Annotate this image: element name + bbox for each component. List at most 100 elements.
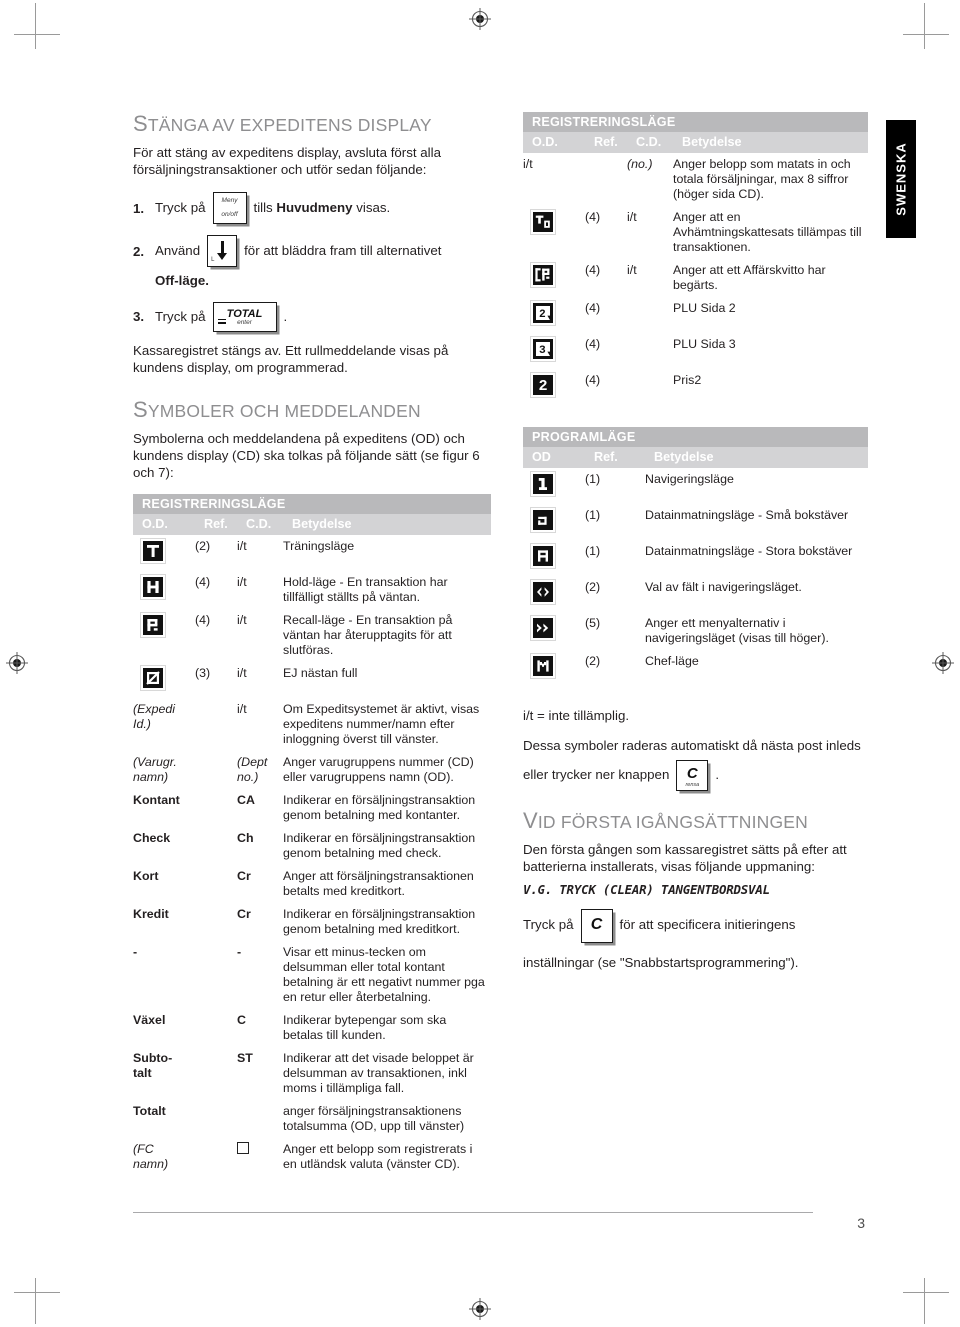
lcd-double-chevron-icon bbox=[531, 616, 555, 640]
desc-cell: Hold-läge - En transaktion har tillfälli… bbox=[283, 575, 448, 605]
cd-cell: i/t bbox=[627, 210, 637, 224]
desc-cell: PLU Sida 2 bbox=[673, 301, 736, 315]
registration-mark-bottom bbox=[469, 1298, 491, 1320]
col-header-od: O.D. bbox=[142, 517, 168, 532]
press-tail-text: inställningar (se "Snabbstartsprogrammer… bbox=[523, 954, 799, 970]
crop-mark-top-left-v bbox=[35, 3, 36, 49]
table-row: Kontant CA Indikerar en försäljningstran… bbox=[133, 789, 491, 827]
symbol-cell: Växel bbox=[133, 1013, 166, 1028]
desc-cell: Navigeringsläge bbox=[645, 472, 734, 486]
symbol-cell: Subto-talt bbox=[133, 1051, 173, 1081]
step-1-number: 1. bbox=[133, 200, 145, 216]
lcd-paper-low-icon bbox=[141, 666, 165, 691]
desc-cell: Anger ett menyalternativ i navigeringslä… bbox=[645, 616, 829, 645]
table-row: 3 (4) PLU Sida 3 bbox=[523, 333, 868, 369]
ref-cell: (4) bbox=[585, 210, 601, 224]
symbol-cell bbox=[523, 544, 585, 572]
clear-key-small-label: rensa bbox=[685, 781, 700, 788]
clear-key-letter: C bbox=[686, 765, 698, 783]
down-arrow-key-icon[interactable]: L bbox=[207, 235, 238, 268]
registration-mark-left bbox=[6, 652, 28, 674]
svg-text:2: 2 bbox=[538, 377, 547, 395]
table-row: (Varugr. namn) (Dept no.) Anger varugruppe… bbox=[133, 751, 491, 789]
note-clear-pre-text: eller trycker ner knappen bbox=[523, 767, 670, 783]
vid-dropcap: V bbox=[523, 808, 538, 834]
table-row: (FC namn) Anger ett belopp som registrera… bbox=[133, 1138, 491, 1176]
table-row: (Expedi Id.) i/t Om Expeditsystemet är ak… bbox=[133, 698, 491, 751]
lcd-h-icon bbox=[141, 575, 165, 600]
registration-mark-right bbox=[932, 652, 954, 674]
left-column: STÄNGA AV EXPEDITENS DISPLAY För att stä… bbox=[133, 111, 491, 1180]
note-clear-post-text: . bbox=[715, 767, 720, 783]
cd-cell: (no.) bbox=[627, 157, 653, 171]
symbol-cell: Kredit bbox=[133, 907, 169, 922]
enter-key-label: enter bbox=[237, 319, 252, 327]
step-1-bold-term: Huvudmeny bbox=[276, 200, 353, 216]
table-row: Check Ch Indikerar en försäljningstransa… bbox=[133, 827, 491, 865]
step-2-pre-text: Använd bbox=[155, 243, 201, 259]
symbol-cell: i/t bbox=[523, 157, 533, 171]
symbol-cell bbox=[133, 666, 195, 694]
stanga-av-intro: För att stäng av expeditens display, avs… bbox=[133, 145, 441, 177]
symbol-cell bbox=[523, 263, 585, 291]
desc-cell: Val av fält i navigeringsläget. bbox=[645, 580, 802, 594]
meny-key-bottom-label: on/off bbox=[221, 210, 238, 218]
total-enter-key-icon[interactable]: TOTAL enter bbox=[212, 301, 277, 332]
step-2: 2. Använd L för att bläddra fram till al… bbox=[133, 234, 491, 268]
table-registreringslage-left: REGISTRERINGSLÄGE O.D. Ref. C.D. Betydel… bbox=[133, 494, 491, 1176]
ref-cell: (4) bbox=[585, 301, 601, 315]
cd-cell: i/t bbox=[237, 613, 247, 628]
vid-heading-rest: ID FÖRSTA IGÅNGSÄTTNINGEN bbox=[537, 812, 808, 833]
desc-cell: Träningsläge bbox=[283, 539, 355, 554]
ref-cell: (2) bbox=[195, 539, 211, 554]
symbol-cell: Totalt bbox=[133, 1104, 166, 1119]
symbol-cell: 3 bbox=[523, 337, 585, 365]
right-column: REGISTRERINGSLÄGE O.D. Ref. C.D. Betydel… bbox=[523, 112, 868, 984]
lcd-price2-icon: 2 bbox=[531, 373, 555, 397]
clear-key-icon[interactable]: C bbox=[580, 908, 613, 943]
table-row: (1) Navigeringsläge bbox=[523, 468, 868, 504]
ref-cell: (1) bbox=[585, 544, 601, 558]
printed-page: SWENSKA STÄNGA AV EXPEDITENS DISPLAY För… bbox=[0, 0, 960, 1327]
cd-cell: - bbox=[237, 945, 242, 960]
lcd-nav-mode-icon bbox=[531, 472, 555, 496]
col-header-ref: Ref. bbox=[594, 135, 618, 149]
table-row: - - Visar ett minus-tecken om delsumman … bbox=[133, 941, 491, 1009]
ref-cell: (2) bbox=[585, 580, 601, 594]
ref-cell: (5) bbox=[585, 616, 601, 630]
clear-rensa-key-icon[interactable]: C rensa bbox=[676, 760, 709, 792]
desc-cell: Anger ett belopp som registrerats i en u… bbox=[283, 1142, 473, 1172]
table-row: Subto-talt ST Indikerar att det visade b… bbox=[133, 1047, 491, 1100]
step-2-post-text: för att bläddra fram till alternativet bbox=[244, 243, 442, 259]
step-1-pre-text: Tryck på bbox=[155, 200, 206, 216]
symbol-cell bbox=[523, 616, 585, 644]
table-row: (3) i/t EJ nästan full bbox=[133, 662, 491, 698]
press-clear-line: Tryck på C för att specificera initierin… bbox=[523, 908, 868, 943]
empty-square-icon bbox=[237, 1142, 249, 1155]
lcd-receipt-icon bbox=[531, 263, 555, 287]
cd-cell: C bbox=[237, 1013, 246, 1028]
section-heading-symboler: SYMBOLER OCH MEDDELANDEN bbox=[133, 398, 491, 422]
desc-cell: Visar ett minus-tecken om delsumman elle… bbox=[283, 945, 485, 1005]
symbol-cell: (FC namn) bbox=[133, 1142, 169, 1172]
symbol-cell: 2 bbox=[523, 373, 585, 401]
step-1-post-text: tills Huvudmeny visas. bbox=[253, 200, 391, 216]
symbol-cell: Kort bbox=[133, 869, 159, 884]
symbol-cell bbox=[523, 508, 585, 536]
symboler-heading-rest: YMBOLER OCH MEDDELANDEN bbox=[147, 401, 421, 422]
note-symbols-cleared: Dessa symboler raderas automatiskt då nä… bbox=[523, 737, 861, 753]
lcd-left-right-arrows-icon bbox=[531, 580, 555, 604]
lcd-plu-page3-icon: 3 bbox=[531, 337, 555, 361]
desc-cell: Anger varugruppens nummer (CD) eller var… bbox=[283, 755, 474, 785]
step-3-number: 3. bbox=[133, 309, 145, 325]
step-1: 1. Tryck på Meny on/off tills Huvudmeny … bbox=[133, 191, 491, 225]
table-row: (4) i/t Anger att en Avhämtningskattesat… bbox=[523, 206, 868, 259]
table-title-left: REGISTRERINGSLÄGE bbox=[133, 494, 491, 515]
table-row: Växel C Indikerar bytepengar som ska bet… bbox=[133, 1009, 491, 1047]
ref-cell: (4) bbox=[585, 373, 601, 387]
cd-cell: CA bbox=[237, 793, 255, 808]
meny-onoff-key-icon[interactable]: Meny on/off bbox=[212, 192, 247, 225]
crop-mark-bottom-right-v bbox=[924, 1278, 925, 1324]
crop-mark-bottom-left-h bbox=[14, 1292, 60, 1293]
meny-key-top-label: Meny bbox=[221, 197, 238, 205]
